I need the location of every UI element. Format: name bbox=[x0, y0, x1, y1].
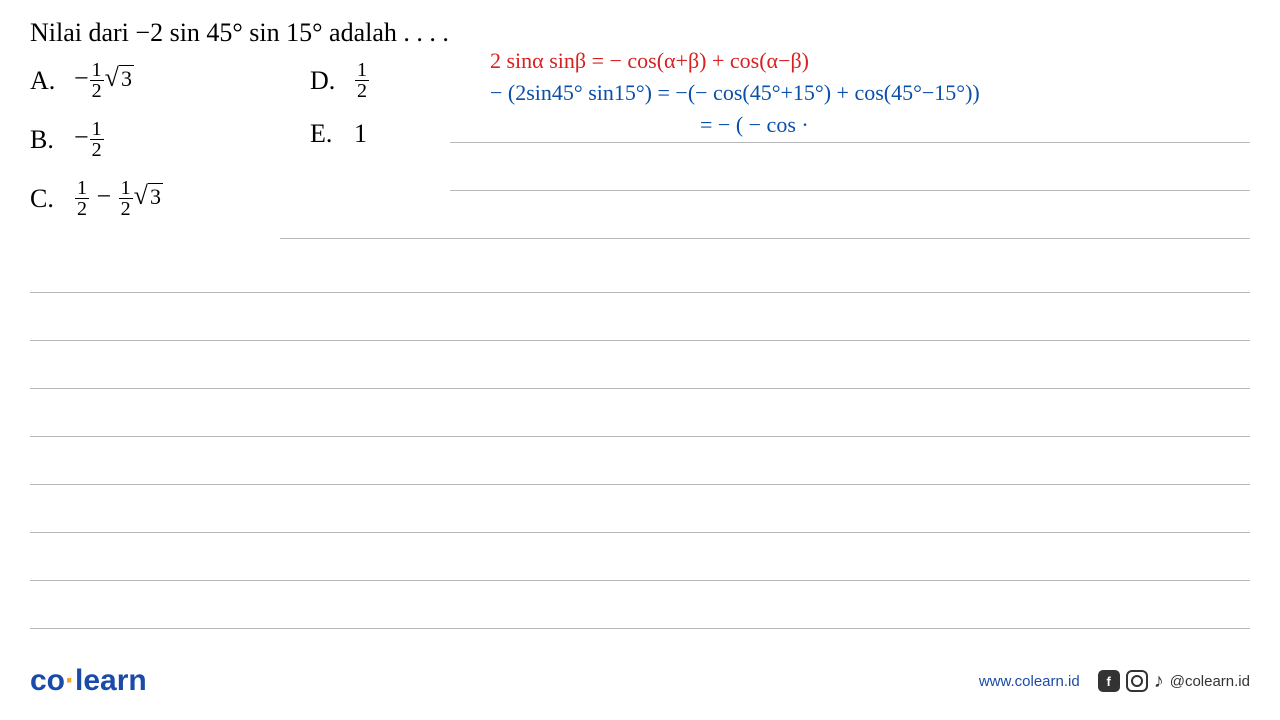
option-c-letter: C. bbox=[30, 184, 74, 214]
social-handle: @colearn.id bbox=[1170, 673, 1250, 690]
ruled-line bbox=[30, 389, 1250, 437]
option-d-letter: D. bbox=[310, 66, 354, 96]
option-b-value: −12 bbox=[74, 119, 105, 160]
footer: co·learn www.colearn.id f ♪ @colearn.id bbox=[30, 664, 1250, 698]
option-c-value: 12 − 123 bbox=[74, 178, 163, 219]
option-b-letter: B. bbox=[30, 125, 74, 155]
option-a-value: −123 bbox=[74, 60, 134, 101]
logo: co·learn bbox=[30, 664, 147, 698]
ruled-lines-area bbox=[30, 245, 1250, 629]
footer-url: www.colearn.id bbox=[979, 673, 1080, 690]
option-d-value: 12 bbox=[354, 60, 370, 101]
ruled-line bbox=[30, 293, 1250, 341]
ruled-line bbox=[30, 581, 1250, 629]
social-links: f ♪ @colearn.id bbox=[1098, 670, 1250, 693]
ruled-line bbox=[30, 485, 1250, 533]
ruled-line bbox=[450, 95, 1250, 143]
ruled-line bbox=[450, 143, 1250, 191]
facebook-icon: f bbox=[1098, 670, 1120, 692]
option-e-letter: E. bbox=[310, 119, 354, 149]
ruled-line bbox=[30, 533, 1250, 581]
option-e-value: 1 bbox=[354, 119, 367, 149]
option-a-letter: A. bbox=[30, 66, 74, 96]
option-a: A. −123 bbox=[30, 60, 310, 101]
ruled-line bbox=[30, 245, 1250, 293]
ruled-line bbox=[30, 437, 1250, 485]
option-b: B. −12 bbox=[30, 119, 310, 160]
tiktok-icon: ♪ bbox=[1154, 670, 1164, 693]
question-text: Nilai dari −2 sin 45° sin 15° adalah . .… bbox=[30, 18, 1250, 48]
instagram-icon bbox=[1126, 670, 1148, 692]
option-c: C. 12 − 123 bbox=[30, 178, 310, 219]
ruled-line bbox=[280, 191, 1250, 239]
handwriting-formula: 2 sinα sinβ = − cos(α+β) + cos(α−β) bbox=[490, 48, 1250, 74]
ruled-line bbox=[30, 341, 1250, 389]
